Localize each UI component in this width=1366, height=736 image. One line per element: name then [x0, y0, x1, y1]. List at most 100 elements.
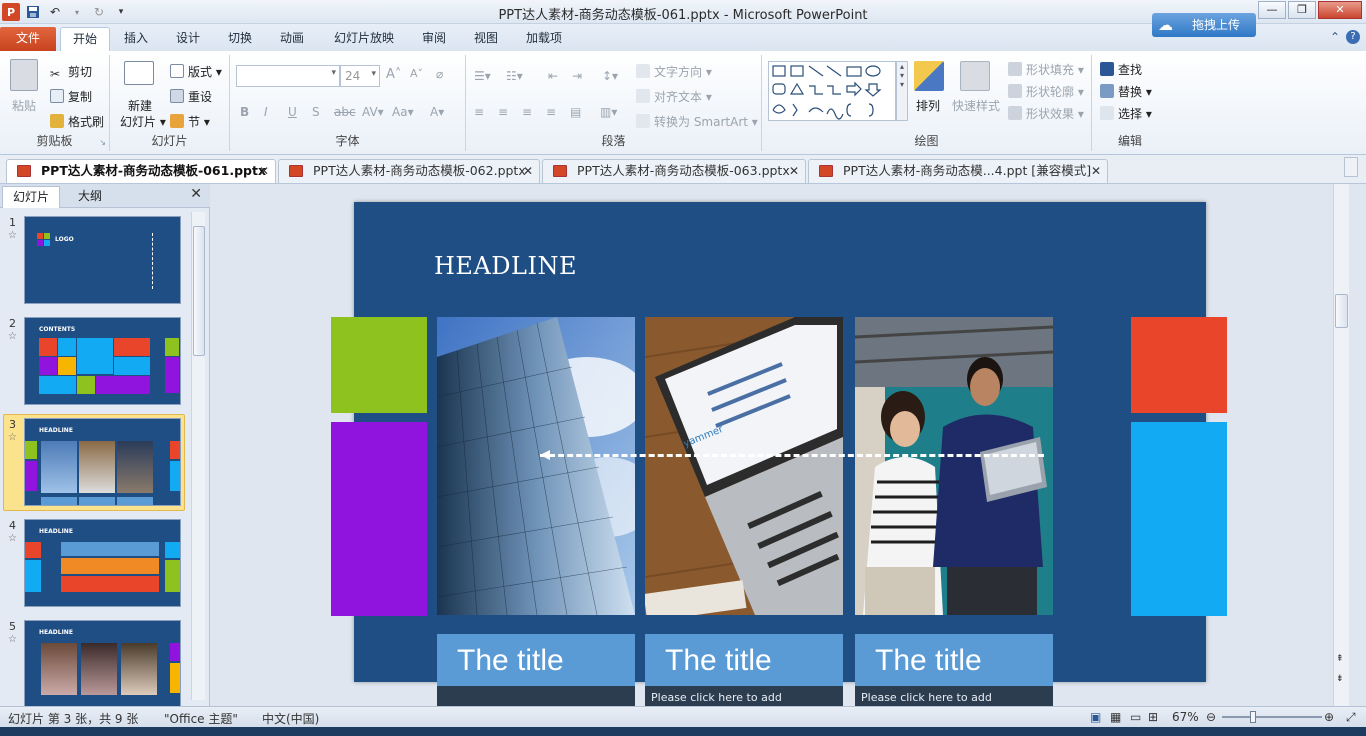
doc-tab-063[interactable]: PPT达人素材-商务动态模板-063.pptx ✕: [542, 159, 806, 183]
bullets-icon[interactable]: ☰▾: [474, 69, 491, 83]
find-button[interactable]: 查找: [1100, 61, 1142, 78]
zoom-slider[interactable]: [1222, 716, 1322, 718]
caption-box-3[interactable]: The title: [855, 634, 1053, 686]
reset-button[interactable]: 重设: [170, 88, 212, 105]
prev-slide-icon[interactable]: ⇞: [1336, 654, 1344, 664]
arrange-icon[interactable]: [914, 61, 944, 91]
distribute-icon[interactable]: ▤: [570, 105, 581, 119]
line-spacing-icon[interactable]: ↕▾: [602, 69, 618, 83]
close-button[interactable]: ✕: [1318, 1, 1362, 19]
language[interactable]: 中文(中国): [262, 710, 319, 727]
slide-headline[interactable]: HEADLINE: [434, 252, 577, 280]
underline-icon[interactable]: U: [288, 105, 297, 119]
shapes-gallery[interactable]: [768, 61, 896, 121]
format-painter-button[interactable]: 格式刷: [50, 113, 104, 130]
paste-icon[interactable]: [10, 59, 38, 91]
clear-format-icon[interactable]: ⌀: [436, 67, 443, 81]
font-color-icon[interactable]: A▾: [430, 105, 444, 119]
new-slide-dropdown[interactable]: 幻灯片 ▾: [120, 113, 166, 130]
fit-slide-icon[interactable]: ⤢: [1346, 710, 1356, 725]
caption-box-1[interactable]: The title: [437, 634, 635, 686]
slide-thumb-1[interactable]: 1 ☆ LOGO: [0, 216, 190, 312]
tabs-scroll[interactable]: [1344, 157, 1358, 177]
font-name-input[interactable]: ▾: [236, 65, 340, 87]
smartart-button[interactable]: 转换为 SmartArt ▾: [636, 113, 758, 130]
tab-view[interactable]: 视图: [464, 27, 508, 51]
slides-scrollbar[interactable]: [191, 212, 205, 700]
grow-font-icon[interactable]: A˄: [386, 67, 401, 82]
shape-effects-button[interactable]: 形状效果 ▾: [1008, 105, 1084, 122]
bold-icon[interactable]: B: [240, 105, 249, 119]
decrease-indent-icon[interactable]: ⇤: [548, 69, 558, 83]
tab-review[interactable]: 审阅: [412, 27, 456, 51]
shrink-font-icon[interactable]: A˅: [410, 67, 423, 80]
shape-fill-button[interactable]: 形状填充 ▾: [1008, 61, 1084, 78]
doc-tab-062[interactable]: PPT达人素材-商务动态模板-062.pptx ✕: [278, 159, 540, 183]
align-center-icon[interactable]: ≡: [498, 105, 508, 119]
replace-button[interactable]: 替换 ▾: [1100, 83, 1152, 100]
copy-button[interactable]: 复制: [50, 88, 92, 105]
normal-view-icon[interactable]: ▣: [1090, 710, 1101, 724]
tab-home[interactable]: 开始: [60, 27, 110, 51]
help-icon[interactable]: ?: [1346, 30, 1360, 44]
slide-thumb-4[interactable]: 4 ☆ HEADLINE: [0, 519, 190, 615]
caption-text-1[interactable]: [437, 686, 635, 706]
change-case-icon[interactable]: Aa▾: [392, 105, 414, 119]
tab-insert[interactable]: 插入: [114, 27, 158, 51]
tab-outline[interactable]: 大纲: [68, 186, 112, 208]
align-left-icon[interactable]: ≡: [474, 105, 484, 119]
slideshow-icon[interactable]: ⊞: [1148, 710, 1158, 724]
slide-thumb-2[interactable]: 2 ☆ CONTENTS: [0, 317, 190, 413]
numbering-icon[interactable]: ☷▾: [506, 69, 523, 83]
doc-tab-061[interactable]: PPT达人素材-商务动态模板-061.pptx ✕: [6, 159, 276, 183]
tab-addins[interactable]: 加载项: [518, 27, 570, 51]
minimize-ribbon-icon[interactable]: ⌃: [1330, 30, 1340, 44]
cut-button[interactable]: ✂ 剪切: [50, 63, 92, 81]
quick-styles-button[interactable]: 快速样式: [952, 97, 1000, 114]
new-slide-button[interactable]: 新建: [128, 97, 152, 114]
upload-button[interactable]: ☁ 拖拽上传: [1152, 13, 1256, 37]
new-slide-icon[interactable]: [124, 61, 154, 85]
justify-icon[interactable]: ≡: [546, 105, 556, 119]
close-tab-icon[interactable]: ✕: [1091, 160, 1101, 182]
skyscraper-photo[interactable]: [437, 317, 635, 615]
tab-file[interactable]: 文件: [0, 27, 56, 51]
caption-text-3[interactable]: Please click here to add: [855, 686, 1053, 706]
close-tab-icon[interactable]: ✕: [259, 160, 269, 182]
strikethrough-icon[interactable]: abc: [334, 105, 356, 119]
text-direction-button[interactable]: 文字方向 ▾: [636, 63, 712, 80]
close-tab-icon[interactable]: ✕: [523, 160, 533, 182]
shape-outline-button[interactable]: 形状轮廓 ▾: [1008, 83, 1084, 100]
next-slide-icon[interactable]: ⇟: [1336, 674, 1344, 684]
reading-view-icon[interactable]: ▭: [1130, 710, 1141, 724]
slide-thumb-3[interactable]: 3 ☆ HEADLINE: [0, 414, 190, 514]
tab-slides[interactable]: 幻灯片: [2, 186, 61, 208]
align-text-button[interactable]: 对齐文本 ▾: [636, 88, 712, 105]
gallery-scroll[interactable]: ▴ ▾ ▾: [896, 61, 908, 121]
arrange-button[interactable]: 排列: [916, 97, 940, 114]
section-button[interactable]: 节 ▾: [170, 113, 210, 130]
zoom-slider-handle[interactable]: [1250, 711, 1256, 723]
quick-styles-icon[interactable]: [960, 61, 990, 91]
columns-icon[interactable]: ▥▾: [600, 105, 617, 119]
layout-button[interactable]: 版式 ▾: [170, 63, 222, 80]
current-slide[interactable]: HEADLINE yammer The title The title The …: [331, 202, 1227, 706]
doc-tab-064[interactable]: PPT达人素材-商务动态模...4.ppt [兼容模式] ✕: [808, 159, 1108, 183]
slide-sorter-icon[interactable]: ▦: [1110, 710, 1121, 724]
editor-scrollbar[interactable]: ⇞ ⇟: [1333, 184, 1349, 706]
caption-box-2[interactable]: The title: [645, 634, 843, 686]
char-spacing-icon[interactable]: AV▾: [362, 105, 384, 119]
tab-animations[interactable]: 动画: [270, 27, 314, 51]
tab-design[interactable]: 设计: [166, 27, 210, 51]
close-icon[interactable]: ✕: [190, 186, 202, 202]
zoom-out-icon[interactable]: ⊖: [1206, 710, 1216, 724]
caption-text-2[interactable]: Please click here to add: [645, 686, 843, 706]
minimize-button[interactable]: —: [1258, 1, 1286, 19]
restore-button[interactable]: ❐: [1288, 1, 1316, 19]
people-photo[interactable]: [855, 317, 1053, 615]
tab-slideshow[interactable]: 幻灯片放映: [324, 27, 404, 51]
font-size-input[interactable]: 24 ▾: [340, 65, 380, 87]
increase-indent-icon[interactable]: ⇥: [572, 69, 582, 83]
laptop-photo[interactable]: yammer: [645, 317, 843, 615]
slide-thumb-5[interactable]: 5 ☆ HEADLINE: [0, 620, 190, 716]
